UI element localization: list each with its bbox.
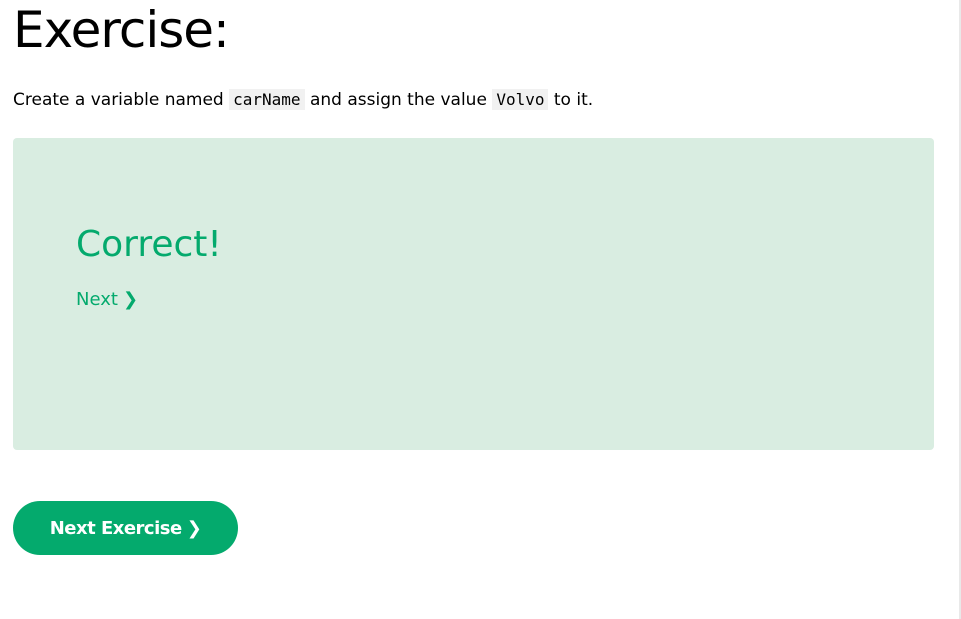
instructions-prefix: Create a variable named [13, 90, 224, 110]
chevron-right-icon: ❯ [186, 517, 202, 539]
result-title: Correct! [76, 224, 222, 265]
page-title: Exercise: [13, 1, 230, 59]
instructions-middle: and assign the value [309, 90, 487, 110]
next-exercise-label: Next Exercise [49, 517, 183, 539]
chevron-right-icon: ❯ [122, 289, 139, 310]
result-next-link[interactable]: Next ❯ [76, 289, 138, 311]
result-next-label: Next [76, 289, 118, 310]
exercise-instructions: Create a variable named carName and assi… [13, 88, 593, 112]
result-panel: Correct! Next ❯ [13, 138, 934, 450]
next-exercise-button[interactable]: Next Exercise ❯ [13, 501, 238, 555]
code-value: Volvo [492, 89, 549, 110]
instructions-suffix: to it. [553, 90, 594, 110]
code-variable-name: carName [229, 89, 305, 110]
